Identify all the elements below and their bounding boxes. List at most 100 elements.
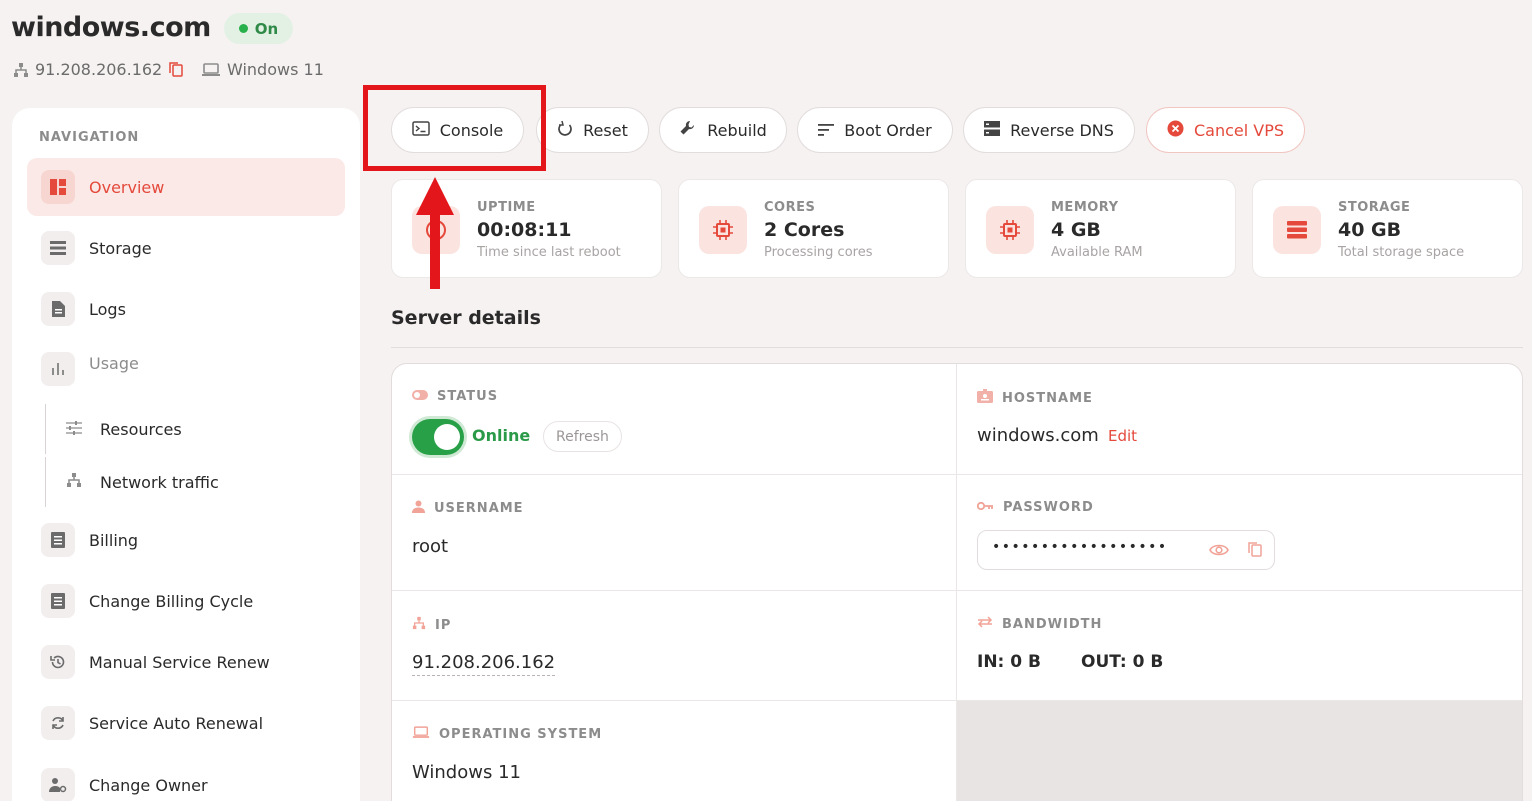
reverse-dns-button[interactable]: Reverse DNS xyxy=(963,107,1135,153)
sidebar-item-label: Change Billing Cycle xyxy=(89,591,254,611)
cancel-vps-button[interactable]: Cancel VPS xyxy=(1146,107,1305,153)
laptop-icon xyxy=(412,726,430,743)
network-icon xyxy=(412,616,426,634)
sidebar-item-label: Billing xyxy=(89,530,139,550)
reverse-dns-button-label: Reverse DNS xyxy=(1010,120,1114,140)
stat-card-storage: STORAGE 40 GB Total storage space xyxy=(1252,179,1523,278)
status-label-text: STATUS xyxy=(437,389,499,404)
power-cycle-icon xyxy=(557,120,573,140)
server-details-title: Server details xyxy=(391,307,541,329)
status-field: STATUS Online Refresh xyxy=(392,364,957,475)
sidebar-item-label: Change Owner xyxy=(89,775,208,795)
hostname-field: HOSTNAME windows.com Edit xyxy=(957,364,1522,475)
bandwidth-in: IN: 0 B xyxy=(977,652,1041,672)
bar-chart-icon xyxy=(41,352,75,386)
rebuild-button-label: Rebuild xyxy=(707,120,767,140)
history-icon xyxy=(41,645,75,679)
stat-card-cores: CORES 2 Cores Processing cores xyxy=(678,179,949,278)
sidebar-subitem-network-traffic[interactable]: Network traffic xyxy=(45,457,345,507)
eye-icon[interactable] xyxy=(1209,542,1229,561)
user-icon xyxy=(412,500,425,517)
laptop-icon xyxy=(201,62,221,77)
reset-button[interactable]: Reset xyxy=(536,107,649,153)
status-value: Online xyxy=(472,426,531,445)
sidebar-subitem-resources[interactable]: Resources xyxy=(45,404,345,454)
stat-value: 00:08:11 xyxy=(477,219,572,241)
sidebar-item-label: Logs xyxy=(89,299,126,319)
sidebar-item-change-billing-cycle[interactable]: Change Billing Cycle xyxy=(27,572,345,630)
bandwidth-field: BANDWIDTH IN: 0 B OUT: 0 B xyxy=(957,591,1522,701)
document-icon xyxy=(41,292,75,326)
sidebar-item-change-owner[interactable]: Change Owner xyxy=(27,756,345,801)
password-label: PASSWORD xyxy=(976,500,1094,515)
stat-hint: Time since last reboot xyxy=(477,245,621,260)
sidebar-item-overview[interactable]: Overview xyxy=(27,158,345,216)
user-gear-icon xyxy=(41,768,75,801)
ip-value[interactable]: 91.208.206.162 xyxy=(412,652,556,676)
hostname-value: windows.com xyxy=(977,425,1099,446)
password-input[interactable]: •••••••••••••••••• xyxy=(977,530,1275,570)
edit-hostname-link[interactable]: Edit xyxy=(1108,427,1137,445)
sidebar-item-storage[interactable]: Storage xyxy=(27,219,345,277)
key-icon xyxy=(976,500,994,515)
username-field: USERNAME root xyxy=(392,475,957,591)
stat-label: STORAGE xyxy=(1338,200,1411,215)
sidebar-item-label: Network traffic xyxy=(100,472,219,492)
cpu-icon xyxy=(699,206,747,254)
sidebar-item-billing[interactable]: Billing xyxy=(27,511,345,569)
network-icon xyxy=(13,62,29,78)
boot-order-button-label: Boot Order xyxy=(844,120,932,140)
status-badge: On xyxy=(224,13,293,44)
stat-value: 40 GB xyxy=(1338,219,1402,241)
memory-chip-icon xyxy=(986,206,1034,254)
id-badge-icon xyxy=(977,389,993,407)
bandwidth-label: BANDWIDTH xyxy=(977,616,1102,632)
sidebar-item-label: Manual Service Renew xyxy=(89,652,270,672)
server-details-panel: STATUS Online Refresh HOSTNAME windows.c… xyxy=(391,363,1523,801)
sidebar-item-logs[interactable]: Logs xyxy=(27,280,345,338)
username-value: root xyxy=(412,536,449,557)
stat-card-memory: MEMORY 4 GB Available RAM xyxy=(965,179,1236,278)
red-arrow-annotation xyxy=(416,177,454,289)
sidebar-item-manual-service-renew[interactable]: Manual Service Renew xyxy=(27,633,345,691)
toggle-icon xyxy=(412,389,428,404)
invoice-icon xyxy=(41,523,75,557)
ip-label: IP xyxy=(412,616,451,634)
boot-order-button[interactable]: Boot Order xyxy=(797,107,953,153)
copy-icon[interactable] xyxy=(1247,541,1263,562)
os-field: OPERATING SYSTEM Windows 11 xyxy=(392,701,957,801)
rebuild-button[interactable]: Rebuild xyxy=(659,107,787,153)
status-toggle[interactable] xyxy=(412,419,464,455)
ip-field: IP 91.208.206.162 xyxy=(392,591,957,701)
bandwidth-label-text: BANDWIDTH xyxy=(1002,616,1103,632)
transfer-arrows-icon xyxy=(977,616,993,632)
os-value: Windows 11 xyxy=(412,762,521,783)
hostname-label: HOSTNAME xyxy=(977,389,1093,407)
status-label: STATUS xyxy=(412,389,498,404)
empty-cell xyxy=(957,701,1522,801)
storage-icon xyxy=(41,231,75,265)
cancel-vps-button-label: Cancel VPS xyxy=(1193,120,1285,140)
status-badge-label: On xyxy=(254,19,279,38)
cancel-circle-icon xyxy=(1167,120,1184,141)
wrench-icon xyxy=(679,119,697,141)
stat-value: 4 GB xyxy=(1051,219,1101,241)
sidebar-item-label: Usage xyxy=(89,354,139,373)
copy-icon[interactable] xyxy=(168,61,184,78)
sidebar-item-usage[interactable]: Usage xyxy=(27,334,345,392)
stat-hint: Total storage space xyxy=(1338,245,1465,260)
section-divider xyxy=(391,347,1523,348)
stat-label: UPTIME xyxy=(477,200,536,215)
password-label-text: PASSWORD xyxy=(1003,500,1094,515)
refresh-icon xyxy=(41,706,75,740)
bandwidth-out: OUT: 0 B xyxy=(1081,652,1164,672)
status-dot xyxy=(238,24,248,33)
refresh-button[interactable]: Refresh xyxy=(543,421,622,452)
sidebar-item-service-auto-renewal[interactable]: Service Auto Renewal xyxy=(27,694,345,752)
os-text: Windows 11 xyxy=(227,60,324,79)
os-label: OPERATING SYSTEM xyxy=(412,726,602,743)
reset-button-label: Reset xyxy=(583,120,628,140)
highlight-box-annotation xyxy=(363,85,546,171)
page-title: windows.com xyxy=(11,12,211,43)
sidebar-item-label: Service Auto Renewal xyxy=(89,713,264,733)
